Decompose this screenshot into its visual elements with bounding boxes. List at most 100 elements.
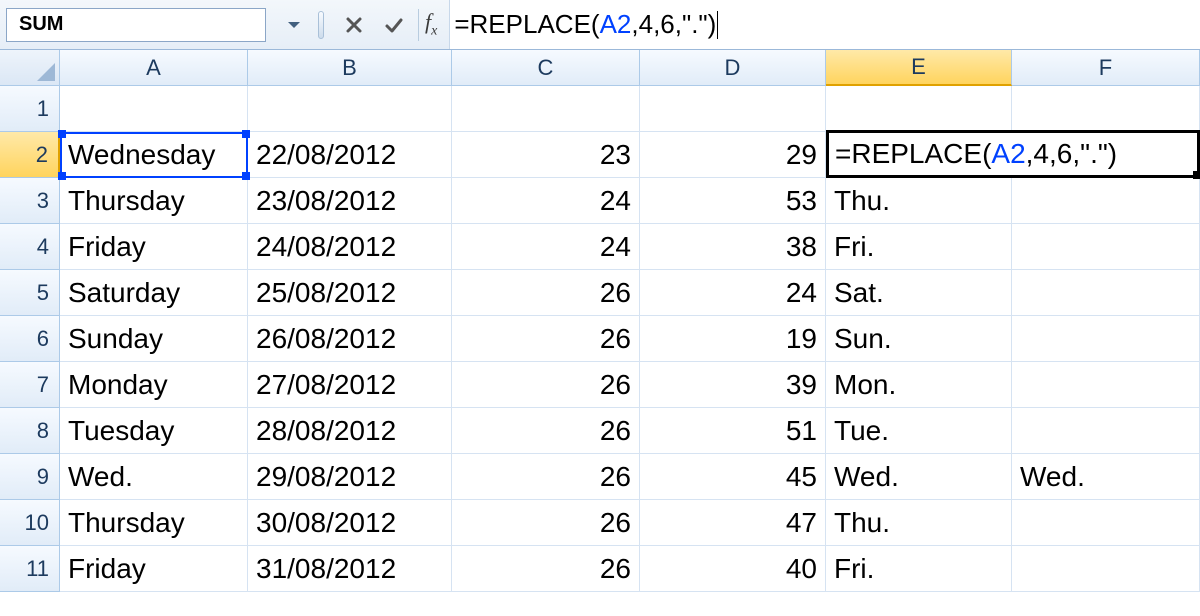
formula-input[interactable]: =REPLACE(A2,4,6,".") — [449, 0, 1200, 49]
cell[interactable]: 29 — [640, 132, 826, 178]
cell[interactable]: 24 — [452, 178, 640, 224]
name-box-dropdown[interactable] — [276, 7, 312, 43]
row-header[interactable]: 1 — [0, 86, 60, 132]
cell[interactable]: 28/08/2012 — [248, 408, 452, 454]
column-header[interactable]: C — [452, 50, 640, 86]
cell[interactable]: Saturday — [60, 270, 248, 316]
cell[interactable]: 24 — [640, 270, 826, 316]
enter-formula-icon[interactable] — [376, 7, 412, 43]
row-header[interactable]: 6 — [0, 316, 60, 362]
table-row: 5 Saturday 25/08/2012 26 24 Sat. — [0, 270, 1200, 316]
active-cell-editor[interactable]: =REPLACE(A2,4,6,".") — [826, 130, 1200, 178]
cell[interactable]: 26 — [452, 454, 640, 500]
cell[interactable]: Wed. — [826, 454, 1012, 500]
cell[interactable]: 26/08/2012 — [248, 316, 452, 362]
spreadsheet-grid[interactable]: A B C D E F 1 2 Wednesday 22/08/2012 23 … — [0, 50, 1200, 592]
cell[interactable]: 26 — [452, 362, 640, 408]
cell[interactable] — [1012, 408, 1200, 454]
cell[interactable] — [248, 86, 452, 132]
cell[interactable]: Thu. — [826, 178, 1012, 224]
cell[interactable]: 24 — [452, 224, 640, 270]
cell[interactable] — [1012, 86, 1200, 132]
cell[interactable]: Fri. — [826, 224, 1012, 270]
column-header[interactable]: A — [60, 50, 248, 86]
column-header[interactable]: E — [826, 50, 1012, 86]
editing-formula-ref: A2 — [991, 138, 1025, 170]
cell[interactable] — [1012, 500, 1200, 546]
row-header[interactable]: 10 — [0, 500, 60, 546]
formula-text-ref: A2 — [600, 9, 632, 40]
cell[interactable]: Thursday — [60, 178, 248, 224]
column-header[interactable]: B — [248, 50, 452, 86]
cell[interactable]: 27/08/2012 — [248, 362, 452, 408]
table-row: 10 Thursday 30/08/2012 26 47 Thu. — [0, 500, 1200, 546]
cell[interactable]: 40 — [640, 546, 826, 592]
cell[interactable]: 45 — [640, 454, 826, 500]
cell[interactable]: 23/08/2012 — [248, 178, 452, 224]
table-row: 7 Monday 27/08/2012 26 39 Mon. — [0, 362, 1200, 408]
formula-text-prefix: =REPLACE( — [454, 9, 599, 40]
row-header[interactable]: 7 — [0, 362, 60, 408]
formula-bar-splitter[interactable] — [316, 11, 326, 39]
cell[interactable] — [640, 86, 826, 132]
cell[interactable]: 26 — [452, 316, 640, 362]
cell[interactable]: Wed. — [1012, 454, 1200, 500]
cell[interactable] — [826, 86, 1012, 132]
cell[interactable]: Wed. — [60, 454, 248, 500]
cell[interactable]: Fri. — [826, 546, 1012, 592]
column-header[interactable]: F — [1012, 50, 1200, 86]
cell[interactable]: 24/08/2012 — [248, 224, 452, 270]
row-header[interactable]: 9 — [0, 454, 60, 500]
cell[interactable]: Sunday — [60, 316, 248, 362]
cell[interactable]: 26 — [452, 500, 640, 546]
cell[interactable]: 38 — [640, 224, 826, 270]
cell[interactable]: Tuesday — [60, 408, 248, 454]
cell[interactable]: 29/08/2012 — [248, 454, 452, 500]
cell[interactable] — [452, 86, 640, 132]
cell[interactable]: 23 — [452, 132, 640, 178]
cell[interactable]: 39 — [640, 362, 826, 408]
editing-formula-prefix: =REPLACE( — [835, 138, 991, 170]
cell[interactable] — [1012, 178, 1200, 224]
cell[interactable] — [60, 86, 248, 132]
row-header[interactable]: 8 — [0, 408, 60, 454]
cell[interactable]: 30/08/2012 — [248, 500, 452, 546]
cell[interactable]: 25/08/2012 — [248, 270, 452, 316]
row-header[interactable]: 2 — [0, 132, 60, 178]
cell[interactable] — [1012, 224, 1200, 270]
cancel-formula-icon[interactable] — [336, 7, 372, 43]
fill-handle[interactable] — [1193, 171, 1200, 179]
cell[interactable]: Thursday — [60, 500, 248, 546]
cell[interactable]: Sat. — [826, 270, 1012, 316]
cell[interactable]: Wednesday — [60, 132, 248, 178]
cell[interactable]: 47 — [640, 500, 826, 546]
cell[interactable]: Friday — [60, 224, 248, 270]
cell[interactable]: Friday — [60, 546, 248, 592]
cell[interactable]: Mon. — [826, 362, 1012, 408]
fx-icon[interactable]: fx — [425, 9, 437, 39]
cell[interactable] — [1012, 362, 1200, 408]
row-header[interactable]: 11 — [0, 546, 60, 592]
cell[interactable]: 53 — [640, 178, 826, 224]
cell[interactable]: Tue. — [826, 408, 1012, 454]
row-header[interactable]: 5 — [0, 270, 60, 316]
column-header[interactable]: D — [640, 50, 826, 86]
cell[interactable] — [1012, 270, 1200, 316]
cell[interactable]: Monday — [60, 362, 248, 408]
name-box-value: SUM — [19, 13, 63, 36]
cell[interactable]: 26 — [452, 408, 640, 454]
row-header[interactable]: 3 — [0, 178, 60, 224]
name-box[interactable]: SUM — [6, 8, 266, 42]
row-header[interactable]: 4 — [0, 224, 60, 270]
cell[interactable]: 19 — [640, 316, 826, 362]
cell[interactable]: 51 — [640, 408, 826, 454]
cell[interactable]: 26 — [452, 270, 640, 316]
cell[interactable]: Thu. — [826, 500, 1012, 546]
cell[interactable] — [1012, 546, 1200, 592]
cell[interactable]: 26 — [452, 546, 640, 592]
cell[interactable]: 31/08/2012 — [248, 546, 452, 592]
select-all-corner[interactable] — [0, 50, 60, 86]
cell[interactable] — [1012, 316, 1200, 362]
cell[interactable]: Sun. — [826, 316, 1012, 362]
cell[interactable]: 22/08/2012 — [248, 132, 452, 178]
